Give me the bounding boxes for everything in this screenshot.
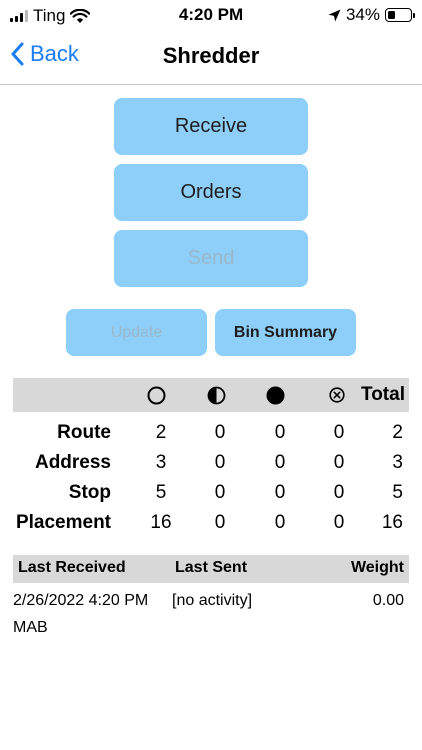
update-button[interactable]: Update — [66, 309, 207, 356]
full-count: 0 — [274, 482, 286, 503]
half-count: 0 — [214, 512, 226, 533]
count-table-header: Total — [13, 378, 409, 412]
empty-count: 2 — [155, 422, 167, 443]
half-filled-circle-icon — [207, 386, 226, 405]
last-sent-value: [no activity] — [172, 592, 253, 609]
row-label-route: Route — [57, 422, 111, 443]
total-column-header: Total — [361, 384, 405, 405]
navigation-bar: Back Shredder — [0, 30, 422, 85]
status-bar: Ting 4:20 PM 34% — [0, 0, 422, 30]
send-button[interactable]: Send — [114, 230, 308, 287]
cancelled-count: 0 — [333, 482, 345, 503]
row-label-placement: Placement — [15, 512, 111, 533]
total-count: 16 — [381, 512, 403, 533]
orders-button[interactable]: Orders — [114, 164, 308, 221]
cancelled-count: 0 — [333, 422, 345, 443]
location-arrow-icon — [328, 9, 341, 21]
total-count: 5 — [392, 482, 403, 503]
filled-circle-icon — [266, 386, 285, 405]
total-count: 2 — [392, 422, 403, 443]
full-count: 0 — [274, 512, 286, 533]
last-received-by: MAB — [13, 619, 48, 636]
battery-fill — [388, 11, 395, 19]
empty-circle-icon — [147, 386, 166, 405]
circled-x-icon — [329, 387, 345, 403]
weight-value: 0.00 — [372, 592, 404, 609]
half-count: 0 — [214, 452, 226, 473]
total-count: 3 — [392, 452, 403, 473]
cancelled-count: 0 — [333, 512, 345, 533]
full-count: 0 — [274, 452, 286, 473]
empty-count: 16 — [150, 512, 172, 533]
page-title: Shredder — [162, 43, 260, 68]
battery-percent: 34% — [345, 5, 380, 24]
empty-count: 3 — [155, 452, 167, 473]
status-right: 34% — [328, 5, 415, 25]
row-label-address: Address — [34, 452, 111, 473]
row-label-stop: Stop — [68, 482, 111, 503]
activity-table-header: Last Received Last Sent Weight — [13, 555, 409, 583]
last-received-value: 2/26/2022 4:20 PM — [13, 592, 149, 609]
weight-header: Weight — [350, 559, 404, 576]
bin-summary-button[interactable]: Bin Summary — [215, 309, 356, 356]
empty-count: 5 — [155, 482, 167, 503]
receive-button[interactable]: Receive — [114, 98, 308, 155]
half-count: 0 — [214, 482, 226, 503]
full-count: 0 — [274, 422, 286, 443]
last-received-header: Last Received — [18, 559, 126, 576]
half-count: 0 — [214, 422, 226, 443]
last-sent-header: Last Sent — [175, 559, 248, 576]
cancelled-count: 0 — [333, 452, 345, 473]
battery-icon — [385, 8, 415, 22]
